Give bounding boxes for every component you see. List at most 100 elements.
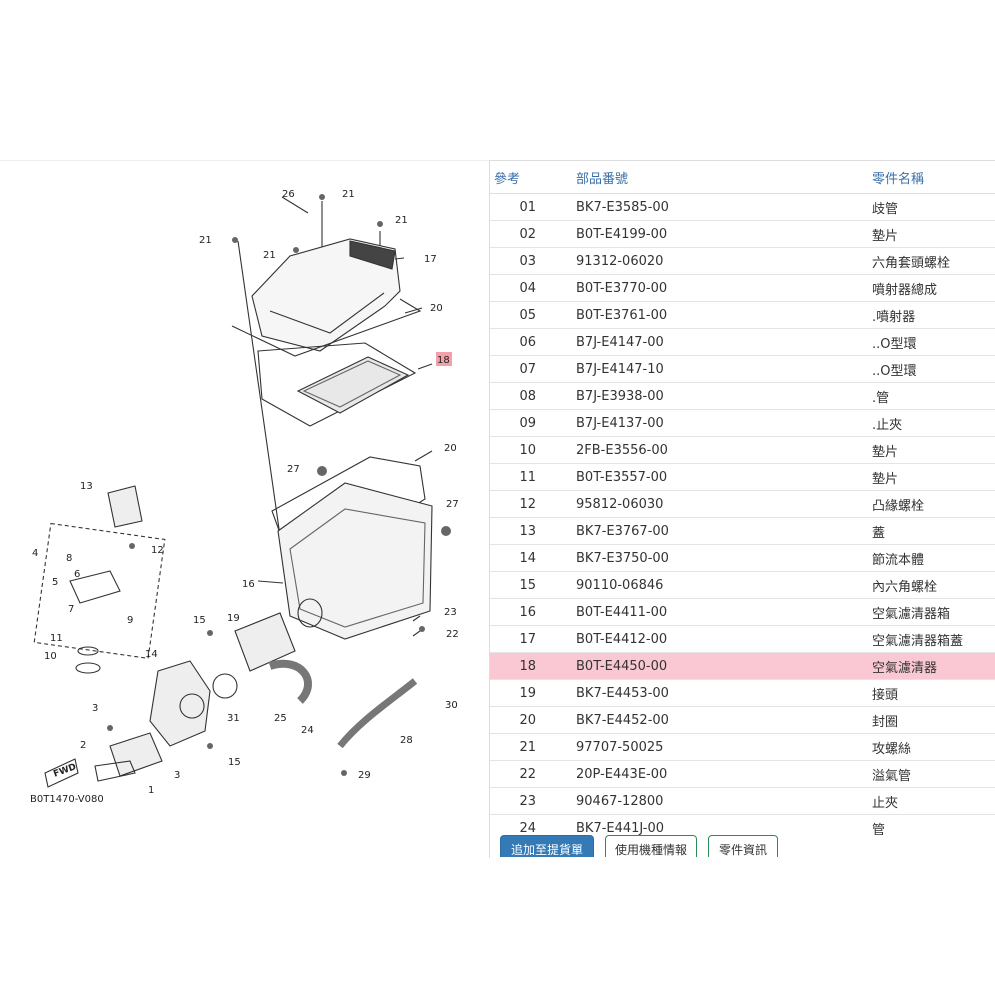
- row-ref: 21: [490, 733, 558, 761]
- row-part-name: 空氣濾清器箱蓋: [868, 625, 995, 653]
- svg-text:21: 21: [199, 235, 212, 246]
- model-info-button[interactable]: 使用機種情報: [605, 835, 697, 857]
- svg-text:14: 14: [145, 649, 158, 660]
- add-to-order-button[interactable]: 追加至提貨單: [500, 835, 594, 857]
- row-part-name: 蓋: [868, 517, 995, 545]
- table-row[interactable]: 05 B0T-E3761-00 .噴射器: [490, 301, 995, 329]
- row-part-name: 接頭: [868, 679, 995, 707]
- svg-text:3: 3: [174, 770, 180, 781]
- row-part-number: BK7-E4452-00: [558, 706, 868, 734]
- table-row[interactable]: 21 97707-50025 攻螺絲: [490, 733, 995, 761]
- table-row[interactable]: 04 B0T-E3770-00 噴射器總成: [490, 274, 995, 302]
- row-part-name: ..O型環: [868, 355, 995, 383]
- svg-text:11: 11: [50, 633, 63, 644]
- row-ref: 13: [490, 517, 558, 545]
- row-part-name: 封圈: [868, 706, 995, 734]
- table-row[interactable]: 06 B7J-E4147-00 ..O型環: [490, 328, 995, 356]
- row-part-number: B0T-E4412-00: [558, 625, 868, 653]
- svg-text:3: 3: [92, 703, 98, 714]
- table-row[interactable]: 15 90110-06846 內六角螺栓: [490, 571, 995, 599]
- svg-text:8: 8: [66, 553, 72, 564]
- row-part-number: B7J-E4147-10: [558, 355, 868, 383]
- row-part-name: .止夾: [868, 409, 995, 437]
- svg-text:27: 27: [446, 499, 459, 510]
- row-part-name: 空氣濾清器: [868, 652, 995, 680]
- table-row[interactable]: 18 B0T-E4450-00 空氣濾清器: [490, 652, 995, 680]
- header-part-number: 部品番號: [558, 161, 868, 194]
- table-row[interactable]: 19 BK7-E4453-00 接頭: [490, 679, 995, 707]
- table-row[interactable]: 08 B7J-E3938-00 .管: [490, 382, 995, 410]
- table-row[interactable]: 10 2FB-E3556-00 墊片: [490, 436, 995, 464]
- row-ref: 22: [490, 760, 558, 788]
- exploded-view-diagram: 26 21 21 21 21 17 20 18 20 27 27 13 12 4…: [30, 189, 459, 805]
- row-part-number: B0T-E4411-00: [558, 598, 868, 626]
- svg-text:23: 23: [444, 607, 457, 618]
- parts-diagram: 26 21 21 21 21 17 20 18 20 27 27 13 12 4…: [0, 160, 489, 858]
- svg-text:4: 4: [32, 548, 38, 559]
- header-part-name: 零件名稱: [868, 161, 995, 194]
- row-part-name: ..O型環: [868, 328, 995, 356]
- svg-text:5: 5: [52, 577, 58, 588]
- row-part-number: B0T-E3770-00: [558, 274, 868, 302]
- row-part-name: 墊片: [868, 220, 995, 248]
- row-ref: 14: [490, 544, 558, 572]
- svg-text:28: 28: [400, 735, 413, 746]
- row-part-number: B7J-E4147-00: [558, 328, 868, 356]
- row-ref: 12: [490, 490, 558, 518]
- row-part-name: 噴射器總成: [868, 274, 995, 302]
- row-ref: 06: [490, 328, 558, 356]
- row-ref: 18: [490, 652, 558, 680]
- row-part-number: B0T-E4199-00: [558, 220, 868, 248]
- row-ref: 09: [490, 409, 558, 437]
- row-part-name: .噴射器: [868, 301, 995, 329]
- row-ref: 04: [490, 274, 558, 302]
- row-ref: 05: [490, 301, 558, 329]
- table-row[interactable]: 09 B7J-E4137-00 .止夾: [490, 409, 995, 437]
- parts-list-panel: 參考 部品番號 零件名稱 01 BK7-E3585-00 歧管 02 B0T-E4199…: [489, 160, 995, 858]
- row-part-number: 91312-06020: [558, 247, 868, 275]
- table-row[interactable]: 07 B7J-E4147-10 ..O型環: [490, 355, 995, 383]
- row-ref: 08: [490, 382, 558, 410]
- table-row[interactable]: 03 91312-06020 六角套頭螺栓: [490, 247, 995, 275]
- table-row[interactable]: 22 20P-E443E-00 溢氣管: [490, 760, 995, 788]
- row-ref: 16: [490, 598, 558, 626]
- svg-text:7: 7: [68, 604, 74, 615]
- svg-text:22: 22: [446, 629, 459, 640]
- table-row[interactable]: 14 BK7-E3750-00 節流本體: [490, 544, 995, 572]
- row-part-number: BK7-E3767-00: [558, 517, 868, 545]
- header-ref: 參考: [490, 161, 558, 194]
- row-part-name: 止夾: [868, 787, 995, 815]
- action-bar: 追加至提貨單 使用機種情報 零件資訊: [490, 835, 995, 857]
- row-ref: 10: [490, 436, 558, 464]
- row-part-name: 歧管: [868, 193, 995, 221]
- table-row[interactable]: 23 90467-12800 止夾: [490, 787, 995, 815]
- row-part-name: 六角套頭螺栓: [868, 247, 995, 275]
- row-part-number: 95812-06030: [558, 490, 868, 518]
- table-row[interactable]: 01 BK7-E3585-00 歧管: [490, 193, 995, 221]
- table-row[interactable]: 16 B0T-E4411-00 空氣濾清器箱: [490, 598, 995, 626]
- row-part-name: 墊片: [868, 436, 995, 464]
- row-part-number: BK7-E3750-00: [558, 544, 868, 572]
- row-ref: 23: [490, 787, 558, 815]
- row-ref: 17: [490, 625, 558, 653]
- row-part-name: 凸緣螺栓: [868, 490, 995, 518]
- row-part-number: B7J-E3938-00: [558, 382, 868, 410]
- table-row[interactable]: 02 B0T-E4199-00 墊片: [490, 220, 995, 248]
- table-row[interactable]: 17 B0T-E4412-00 空氣濾清器箱蓋: [490, 625, 995, 653]
- table-row[interactable]: 11 B0T-E3557-00 墊片: [490, 463, 995, 491]
- svg-text:20: 20: [444, 443, 457, 454]
- row-part-number: BK7-E3585-00: [558, 193, 868, 221]
- row-part-number: 90110-06846: [558, 571, 868, 599]
- table-row[interactable]: 20 BK7-E4452-00 封圈: [490, 706, 995, 734]
- table-row[interactable]: 13 BK7-E3767-00 蓋: [490, 517, 995, 545]
- table-row[interactable]: 12 95812-06030 凸緣螺栓: [490, 490, 995, 518]
- svg-text:27: 27: [287, 464, 300, 475]
- svg-text:21: 21: [263, 250, 276, 261]
- svg-text:25: 25: [274, 713, 287, 724]
- table-header-row: 參考 部品番號 零件名稱: [490, 161, 995, 194]
- parts-table: 參考 部品番號 零件名稱 01 BK7-E3585-00 歧管 02 B0T-E4199…: [490, 161, 995, 842]
- svg-text:13: 13: [80, 481, 93, 492]
- svg-text:21: 21: [342, 189, 355, 200]
- part-info-button[interactable]: 零件資訊: [708, 835, 778, 857]
- svg-text:30: 30: [445, 700, 458, 711]
